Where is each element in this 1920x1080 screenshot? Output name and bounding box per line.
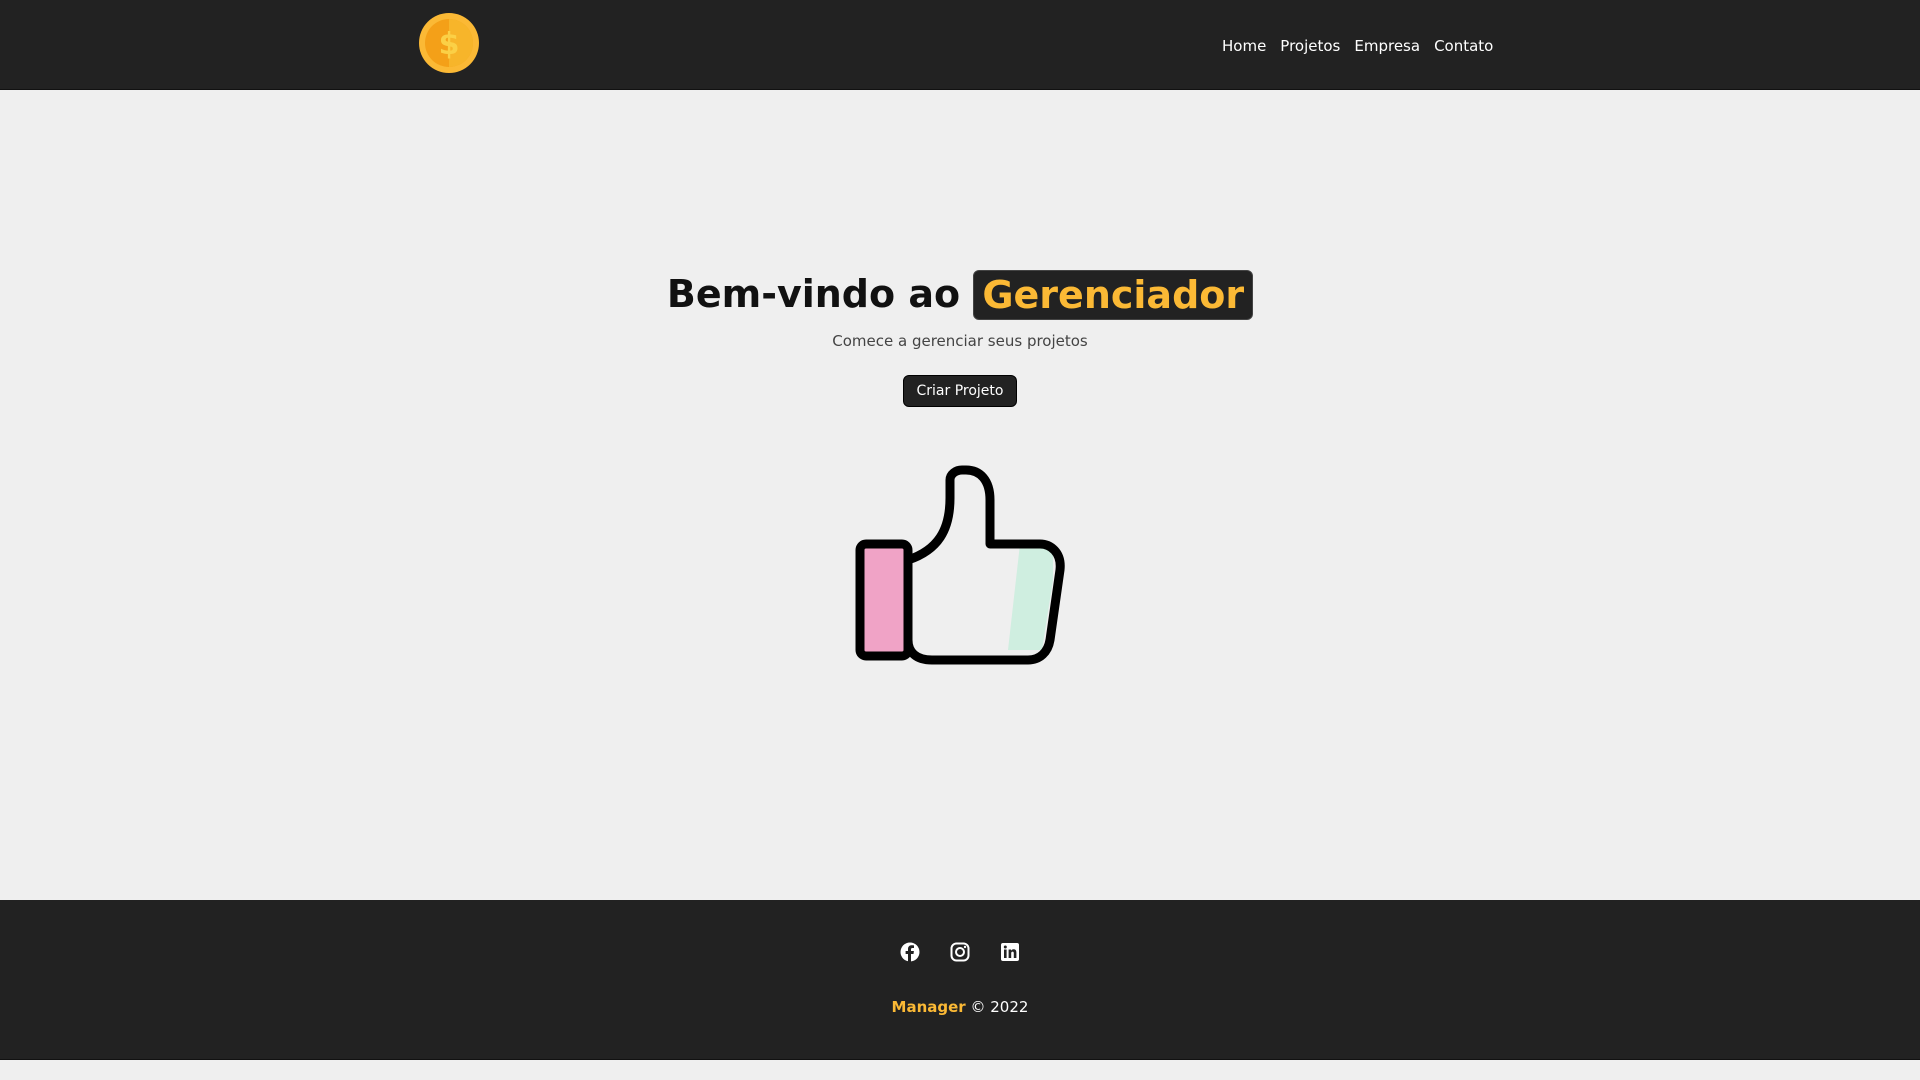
footer: Manager © 2022	[0, 900, 1920, 1060]
navbar: $ Home Projetos Empresa Contato	[0, 0, 1920, 90]
facebook-icon[interactable]	[900, 942, 920, 962]
copyright-text: © 2022	[970, 998, 1029, 1016]
hero-title-highlight: Gerenciador	[973, 270, 1254, 320]
hero-title: Bem-vindo ao Gerenciador	[0, 266, 1920, 322]
nav-link-contato[interactable]: Contato	[1434, 34, 1493, 58]
hero-title-prefix: Bem-vindo ao	[666, 272, 961, 316]
hero-subtitle: Comece a gerenciar seus projetos	[832, 332, 1088, 350]
nav-link-empresa[interactable]: Empresa	[1354, 34, 1420, 58]
nav-menu: Home Projetos Empresa Contato	[1222, 34, 1507, 58]
copyright-line: Manager © 2022	[0, 998, 1920, 1016]
hero-section: Bem-vindo ao Gerenciador Comece a gerenc…	[0, 90, 1920, 900]
linkedin-icon[interactable]	[1000, 942, 1020, 962]
dollar-coin-icon[interactable]: $	[418, 12, 480, 74]
thumbs-up-icon	[855, 465, 1065, 665]
footer-brand: Manager	[891, 998, 966, 1016]
nav-link-projetos[interactable]: Projetos	[1280, 34, 1340, 58]
cta-wrapper: Criar Projeto	[0, 375, 1920, 407]
svg-text:$: $	[439, 27, 460, 62]
nav-link-home[interactable]: Home	[1222, 34, 1266, 58]
social-links	[0, 942, 1920, 962]
instagram-icon[interactable]	[950, 942, 970, 962]
create-project-button[interactable]: Criar Projeto	[902, 375, 1018, 407]
